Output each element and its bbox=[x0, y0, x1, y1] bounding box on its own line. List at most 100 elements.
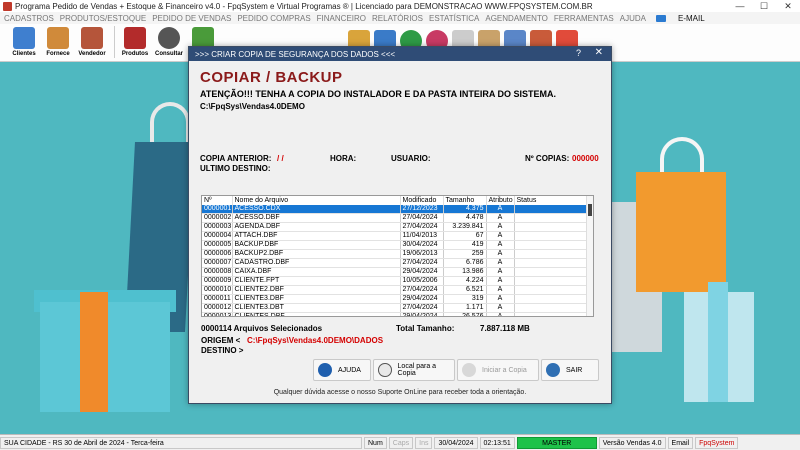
row-numero: 0000003 bbox=[202, 222, 233, 233]
row-atributo: A bbox=[486, 312, 515, 316]
row-atributo: A bbox=[486, 222, 515, 233]
menu-ferramentas[interactable]: FERRAMENTAS bbox=[554, 14, 614, 23]
table-scrollbar[interactable] bbox=[586, 196, 593, 316]
status-email[interactable]: Email bbox=[667, 436, 694, 449]
col-atributo[interactable]: Atributo bbox=[486, 196, 515, 205]
table-row[interactable]: 0000011 CLIENTE3.DBF 29/04/2024 319 A bbox=[202, 294, 589, 305]
menu-relatorios[interactable]: RELATÓRIOS bbox=[372, 14, 423, 23]
row-numero: 0000008 bbox=[202, 267, 233, 278]
menu-pedido-compras[interactable]: PEDIDO COMPRAS bbox=[237, 14, 310, 23]
table-row[interactable]: 0000013 CLIENTES.DBF 29/04/2024 26.576 A bbox=[202, 312, 589, 316]
exit-icon bbox=[546, 363, 560, 377]
window-controls: — ☐ ✕ bbox=[728, 0, 800, 12]
system-path: C:\FpqSys\Vendas4.0DEMO bbox=[200, 102, 305, 111]
dialog-body: COPIAR / BACKUP ATENÇÃO!!! TENHA A COPIA… bbox=[189, 61, 611, 403]
row-modificado: 10/05/2006 bbox=[400, 276, 444, 287]
scroll-thumb[interactable] bbox=[588, 204, 592, 216]
warning-text: ATENÇÃO!!! TENHA A COPIA DO INSTALADOR E… bbox=[200, 89, 556, 99]
col-modificado[interactable]: Modificado bbox=[400, 196, 444, 205]
col-status[interactable]: Status bbox=[514, 196, 589, 205]
dialog-close-icon[interactable]: ✕ bbox=[595, 47, 603, 58]
email-icon[interactable] bbox=[656, 14, 666, 22]
minimize-button[interactable]: — bbox=[728, 0, 752, 12]
row-tamanho: 319 bbox=[443, 294, 487, 305]
copia-anterior-value: / / bbox=[277, 154, 284, 163]
arquivos-selecionados: 0000114 Arquivos Selecionados bbox=[201, 324, 323, 333]
menu-produtos-estoque[interactable]: PRODUTOS/ESTOQUE bbox=[60, 14, 146, 23]
col-numero[interactable]: Nº bbox=[202, 196, 233, 205]
row-modificado: 27/04/2024 bbox=[400, 258, 444, 269]
status-version: Versão Vendas 4.0 bbox=[598, 436, 666, 449]
menu-agendamento[interactable]: AGENDAMENTO bbox=[485, 14, 548, 23]
consultar-icon bbox=[158, 27, 180, 49]
row-atributo: A bbox=[486, 303, 515, 314]
table-row[interactable]: 0000001 ACESSO.CDX 27/12/2023 4.375 A bbox=[202, 205, 589, 215]
row-nome-arquivo: CAIXA.DBF bbox=[232, 267, 401, 278]
table-row[interactable]: 0000005 BACKUP.DBF 30/04/2024 419 A bbox=[202, 240, 589, 251]
maximize-button[interactable]: ☐ bbox=[752, 0, 776, 12]
row-nome-arquivo: CADASTRO.DBF bbox=[232, 258, 401, 269]
toolbar-fornece-button[interactable]: Fornece bbox=[42, 24, 74, 60]
row-modificado: 30/04/2024 bbox=[400, 240, 444, 251]
row-numero: 0000012 bbox=[202, 303, 233, 314]
table-row[interactable]: 0000006 BACKUP2.DBF 19/06/2013 259 A bbox=[202, 249, 589, 260]
close-window-button[interactable]: ✕ bbox=[776, 0, 800, 12]
toolbar-vendedor-button[interactable]: Vendedor bbox=[76, 24, 108, 60]
table-row[interactable]: 0000010 CLIENTE2.DBF 27/04/2024 6.521 A bbox=[202, 285, 589, 296]
row-modificado: 27/04/2024 bbox=[400, 303, 444, 314]
table-row[interactable]: 0000008 CAIXA.DBF 29/04/2024 13.986 A bbox=[202, 267, 589, 278]
col-nome-arquivo[interactable]: Nome do Arquivo bbox=[232, 196, 401, 205]
toolbar-consultar-button[interactable]: Consultar bbox=[153, 24, 185, 60]
row-numero: 0000013 bbox=[202, 312, 233, 316]
status-city-date: SUA CIDADE - RS 30 de Abril de 2024 - Te… bbox=[0, 436, 362, 449]
row-numero: 0000009 bbox=[202, 276, 233, 287]
table-row[interactable]: 0000002 ACESSO.DBF 27/04/2024 4.478 A bbox=[202, 213, 589, 224]
row-modificado: 27/04/2024 bbox=[400, 222, 444, 233]
iniciar-copia-button[interactable]: Iniciar a Copia bbox=[457, 359, 539, 381]
table-row[interactable]: 0000009 CLIENTE.FPT 10/05/2006 4.224 A bbox=[202, 276, 589, 287]
row-nome-arquivo: AGENDA.DBF bbox=[232, 222, 401, 233]
row-tamanho: 6.521 bbox=[443, 285, 487, 296]
menu-pedido-vendas[interactable]: PEDIDO DE VENDAS bbox=[152, 14, 231, 23]
status-num: Num bbox=[364, 436, 387, 449]
table-row[interactable]: 0000004 ATTACH.DBF 11/04/2013 67 A bbox=[202, 231, 589, 242]
row-tamanho: 67 bbox=[443, 231, 487, 242]
files-table[interactable]: Nº Nome do Arquivo Modificado Tamanho At… bbox=[201, 195, 594, 317]
local-copia-button[interactable]: Local para a Copia bbox=[373, 359, 455, 381]
help-icon[interactable]: ? bbox=[576, 48, 581, 58]
toolbar-produtos-button[interactable]: Produtos bbox=[119, 24, 151, 60]
sair-button[interactable]: SAIR bbox=[541, 359, 599, 381]
menu-cadastros[interactable]: CADASTROS bbox=[4, 14, 54, 23]
row-status bbox=[514, 249, 589, 260]
row-status bbox=[514, 258, 589, 269]
row-atributo: A bbox=[486, 205, 515, 215]
produtos-icon bbox=[124, 27, 146, 49]
title-bar: Programa Pedido de Vendas + Estoque & Fi… bbox=[0, 0, 800, 12]
menu-financeiro[interactable]: FINANCEIRO bbox=[317, 14, 366, 23]
ajuda-button[interactable]: AJUDA bbox=[313, 359, 371, 381]
status-brand[interactable]: FpqSystem bbox=[695, 436, 739, 449]
app-icon bbox=[3, 1, 12, 11]
menu-ajuda[interactable]: AJUDA bbox=[620, 14, 646, 23]
usuario-label: USUARIO: bbox=[391, 154, 431, 163]
row-tamanho: 26.576 bbox=[443, 312, 487, 316]
ajuda-label: AJUDA bbox=[338, 366, 361, 374]
row-tamanho: 4.375 bbox=[443, 205, 487, 215]
row-tamanho: 13.986 bbox=[443, 267, 487, 278]
col-tamanho[interactable]: Tamanho bbox=[443, 196, 487, 205]
support-footnote: Qualquer dúvida acesse o nosso Suporte O… bbox=[273, 389, 527, 396]
orange-bag-decoration bbox=[636, 172, 726, 292]
table-row[interactable]: 0000003 AGENDA.DBF 27/04/2024 3.239.841 A bbox=[202, 222, 589, 233]
table-row[interactable]: 0000012 CLIENTE3.DBT 27/04/2024 1.171 A bbox=[202, 303, 589, 314]
vendedor-icon bbox=[81, 27, 103, 49]
row-nome-arquivo: CLIENTE3.DBT bbox=[232, 303, 401, 314]
row-status bbox=[514, 312, 589, 316]
toolbar-clientes-button[interactable]: Clientes bbox=[8, 24, 40, 60]
fornece-icon bbox=[47, 27, 69, 49]
menu-estatistica[interactable]: ESTATÍSTICA bbox=[429, 14, 479, 23]
row-atributo: A bbox=[486, 258, 515, 269]
dialog-heading: COPIAR / BACKUP bbox=[200, 69, 343, 86]
table-row[interactable]: 0000007 CADASTRO.DBF 27/04/2024 6.786 A bbox=[202, 258, 589, 269]
menu-email[interactable]: E-MAIL bbox=[678, 14, 705, 23]
row-modificado: 11/04/2013 bbox=[400, 231, 444, 242]
